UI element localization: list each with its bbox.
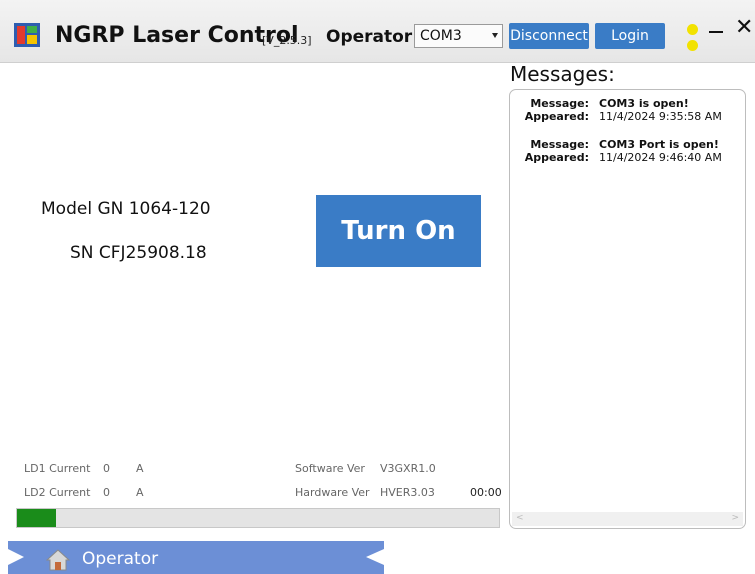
home-icon xyxy=(46,549,70,571)
status-indicator xyxy=(687,24,699,52)
ld1-unit: A xyxy=(136,462,144,475)
message-text: COM3 is open! xyxy=(599,97,689,110)
version-label: [V_2.5.3] xyxy=(262,34,312,47)
hardware-ver-value: HVER3.03 xyxy=(380,486,435,499)
scroll-right-icon[interactable]: > xyxy=(731,513,739,523)
horizontal-scrollbar[interactable]: < > xyxy=(512,512,743,526)
software-ver-value: V3GXR1.0 xyxy=(380,462,436,475)
ld2-value: 0 xyxy=(103,486,110,499)
appeared-time: 11/4/2024 9:46:40 AM xyxy=(599,151,722,164)
ld2-unit: A xyxy=(136,486,144,499)
message-key: Message: xyxy=(530,138,589,151)
message-item: Message: COM3 is open! Appeared: 11/4/20… xyxy=(510,97,745,123)
close-button[interactable]: ✕ xyxy=(735,17,753,39)
timer-label: 00:00 xyxy=(470,486,502,499)
appeared-key: Appeared: xyxy=(524,151,589,164)
minimize-button[interactable] xyxy=(709,31,723,33)
message-item: Message: COM3 Port is open! Appeared: 11… xyxy=(510,138,745,164)
messages-panel[interactable]: Message: COM3 is open! Appeared: 11/4/20… xyxy=(509,89,746,529)
ld1-value: 0 xyxy=(103,462,110,475)
nav-right-arrow-icon[interactable] xyxy=(366,549,384,565)
nav-left-arrow-icon[interactable] xyxy=(8,549,24,565)
hardware-ver-label: Hardware Ver xyxy=(295,486,370,499)
model-label: Model GN 1064-120 xyxy=(41,199,211,219)
progress-bar-fill xyxy=(17,509,56,527)
port-select[interactable]: COM3 xyxy=(414,24,503,48)
role-label: Operator xyxy=(326,27,413,47)
nav-label: Operator xyxy=(82,549,159,569)
app-logo-icon xyxy=(14,23,40,47)
status-dot-icon xyxy=(687,40,698,51)
status-dot-icon xyxy=(687,24,698,35)
title-bar: NGRP Laser Control [V_2.5.3] Operator CO… xyxy=(0,0,755,63)
port-select-value: COM3 xyxy=(420,28,462,44)
progress-bar xyxy=(16,508,500,528)
turn-on-button[interactable]: Turn On xyxy=(316,195,481,267)
appeared-time: 11/4/2024 9:35:58 AM xyxy=(599,110,722,123)
login-button[interactable]: Login xyxy=(595,23,665,49)
chevron-down-icon xyxy=(492,33,498,38)
scroll-left-icon[interactable]: < xyxy=(516,513,524,523)
ld2-label: LD2 Current xyxy=(24,486,91,499)
message-text: COM3 Port is open! xyxy=(599,138,719,151)
appeared-key: Appeared: xyxy=(524,110,589,123)
serial-label: SN CFJ25908.18 xyxy=(70,243,207,263)
software-ver-label: Software Ver xyxy=(295,462,365,475)
ld1-label: LD1 Current xyxy=(24,462,91,475)
message-key: Message: xyxy=(530,97,589,110)
disconnect-button[interactable]: Disconnect xyxy=(509,23,589,49)
messages-title: Messages: xyxy=(510,62,615,86)
